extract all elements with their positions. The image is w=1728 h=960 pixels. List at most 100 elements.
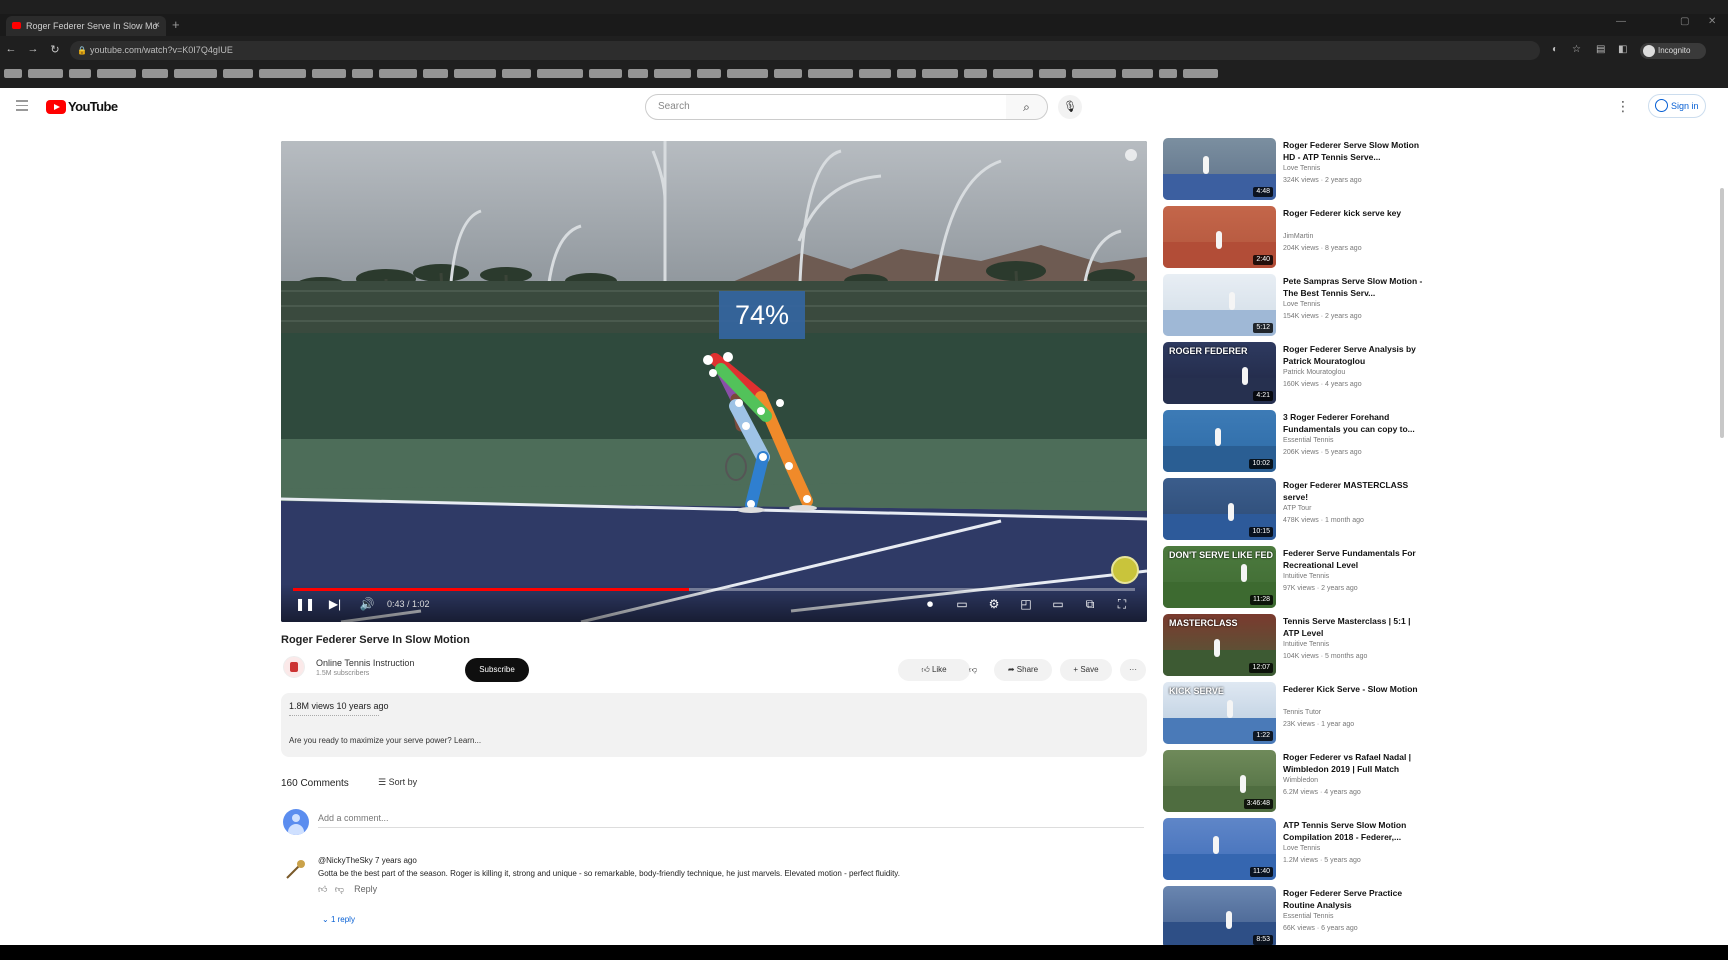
bookmark-item[interactable] bbox=[502, 69, 531, 78]
video-thumbnail[interactable]: 4:48 bbox=[1163, 138, 1276, 200]
recommendation-title[interactable]: Roger Federer MASTERCLASS serve! bbox=[1283, 479, 1423, 503]
search-button[interactable]: ⌕ bbox=[1006, 94, 1048, 120]
bookmark-item[interactable] bbox=[174, 69, 217, 78]
maximize-icon[interactable]: ▢ bbox=[1680, 16, 1689, 27]
comment-reply-button[interactable]: Reply bbox=[354, 884, 377, 894]
fullscreen-icon[interactable]: ⛶ bbox=[1113, 597, 1131, 612]
autoplay-toggle-icon[interactable]: ⏺ bbox=[921, 597, 939, 612]
view-replies-button[interactable]: ⌄ 1 reply bbox=[322, 915, 355, 924]
settings-more-icon[interactable]: ⋮ bbox=[1616, 98, 1630, 115]
minimize-icon[interactable]: — bbox=[1616, 16, 1626, 27]
recommendation-title[interactable]: Pete Sampras Serve Slow Motion - The Bes… bbox=[1283, 275, 1423, 299]
recommendation-title[interactable]: Federer Serve Fundamentals For Recreatio… bbox=[1283, 547, 1423, 571]
page-scrollbar[interactable] bbox=[1720, 188, 1724, 438]
sign-in-button[interactable]: Sign in bbox=[1648, 94, 1706, 118]
recommendation-item[interactable]: 2:40 Roger Federer kick serve key JimMarti… bbox=[1163, 206, 1423, 268]
bookmark-item[interactable] bbox=[1072, 69, 1116, 78]
back-icon[interactable]: ← bbox=[4, 43, 18, 55]
save-button[interactable]: + Save bbox=[1060, 659, 1112, 681]
bookmark-item[interactable] bbox=[628, 69, 648, 78]
settings-gear-icon[interactable]: ⚙ bbox=[985, 597, 1003, 611]
video-thumbnail[interactable]: 8:53 bbox=[1163, 886, 1276, 945]
recommendation-channel[interactable]: Intuitive Tennis bbox=[1283, 641, 1329, 648]
recommendation-title[interactable]: Roger Federer Serve Practice Routine Ana… bbox=[1283, 887, 1423, 911]
video-thumbnail[interactable]: 10:15 bbox=[1163, 478, 1276, 540]
recommendation-title[interactable]: 3 Roger Federer Forehand Fundamentals yo… bbox=[1283, 411, 1423, 435]
bookmark-item[interactable] bbox=[312, 69, 346, 78]
search-input[interactable]: Search bbox=[645, 94, 1007, 120]
bookmark-item[interactable] bbox=[97, 69, 136, 78]
bookmark-item[interactable] bbox=[69, 69, 91, 78]
recommendation-channel[interactable]: Essential Tennis bbox=[1283, 913, 1333, 920]
captions-icon[interactable]: ▭ bbox=[953, 597, 971, 611]
video-thumbnail[interactable]: 2:40 bbox=[1163, 206, 1276, 268]
progress-bar[interactable] bbox=[293, 588, 1135, 591]
recommendation-item[interactable]: KICK SERVE 1:22 Federer Kick Serve - Slow … bbox=[1163, 682, 1423, 744]
cast-icon[interactable]: ⧉ bbox=[1081, 597, 1099, 612]
video-thumbnail[interactable]: DON'T SERVE LIKE FED 11:28 bbox=[1163, 546, 1276, 608]
bookmark-item[interactable] bbox=[28, 69, 63, 78]
recommendation-item[interactable]: 4:48 Roger Federer Serve Slow Motion HD -… bbox=[1163, 138, 1423, 200]
bookmark-item[interactable] bbox=[654, 69, 691, 78]
video-thumbnail[interactable]: 11:40 bbox=[1163, 818, 1276, 880]
channel-name[interactable]: Online Tennis Instruction bbox=[316, 658, 414, 668]
recommendation-item[interactable]: 10:15 Roger Federer MASTERCLASS serve! ATP… bbox=[1163, 478, 1423, 540]
commenter-avatar[interactable] bbox=[283, 858, 307, 882]
bookmark-item[interactable] bbox=[727, 69, 768, 78]
recommendation-channel[interactable]: Intuitive Tennis bbox=[1283, 573, 1329, 580]
recommendation-item[interactable]: 10:02 3 Roger Federer Forehand Fundamenta… bbox=[1163, 410, 1423, 472]
video-thumbnail[interactable]: KICK SERVE 1:22 bbox=[1163, 682, 1276, 744]
video-thumbnail[interactable]: 10:02 bbox=[1163, 410, 1276, 472]
bookmark-item[interactable] bbox=[859, 69, 891, 78]
close-window-icon[interactable]: ✕ bbox=[1708, 16, 1716, 27]
profile-button[interactable]: Incognito bbox=[1640, 43, 1706, 59]
recommendation-channel[interactable]: ATP Tour bbox=[1283, 505, 1311, 512]
miniplayer-icon[interactable]: ◰ bbox=[1017, 597, 1035, 611]
recommendation-title[interactable]: Roger Federer vs Rafael Nadal | Wimbledo… bbox=[1283, 751, 1423, 775]
dislike-button[interactable]: 👎︎ bbox=[958, 659, 988, 681]
bookmark-item[interactable] bbox=[352, 69, 373, 78]
voice-search-button[interactable]: 🎙 bbox=[1058, 95, 1082, 119]
sort-by-button[interactable]: ☰ Sort by bbox=[378, 777, 417, 788]
channel-avatar[interactable] bbox=[283, 656, 305, 678]
info-card-icon[interactable] bbox=[1125, 149, 1137, 161]
sidepanel-icon[interactable]: ◧ bbox=[1618, 44, 1627, 55]
theater-mode-icon[interactable]: ▭ bbox=[1049, 597, 1067, 611]
share-button[interactable]: ➦ Share bbox=[994, 659, 1052, 681]
recommendation-channel[interactable]: Tennis Tutor bbox=[1283, 709, 1321, 716]
browser-tab[interactable]: Roger Federer Serve In Slow Mo × bbox=[6, 16, 166, 36]
video-player[interactable]: 74% ❚❚ ▶| 🔊 0:43 / 1:02 ⏺ ▭ ⚙ ◰ ▭ ⧉ ⛶ bbox=[281, 141, 1147, 622]
video-thumbnail[interactable]: 5:12 bbox=[1163, 274, 1276, 336]
recommendation-title[interactable]: Federer Kick Serve - Slow Motion bbox=[1283, 683, 1423, 695]
volume-icon[interactable]: 🔊 bbox=[358, 597, 376, 611]
comment-author[interactable]: @NickyTheSky 7 years ago bbox=[318, 856, 417, 865]
recommendation-channel[interactable]: Wimbledon bbox=[1283, 777, 1318, 784]
bookmark-item[interactable] bbox=[922, 69, 958, 78]
bookmark-item[interactable] bbox=[1039, 69, 1066, 78]
recommendation-item[interactable]: 8:53 Roger Federer Serve Practice Routine… bbox=[1163, 886, 1423, 945]
forward-icon[interactable]: → bbox=[26, 43, 40, 55]
video-thumbnail[interactable]: ROGER FEDERER 4:21 bbox=[1163, 342, 1276, 404]
recommendation-title[interactable]: Tennis Serve Masterclass | 5:1 | ATP Lev… bbox=[1283, 615, 1423, 639]
channel-watermark-icon[interactable] bbox=[1111, 556, 1139, 584]
bookmark-item[interactable] bbox=[993, 69, 1033, 78]
bookmark-item[interactable] bbox=[454, 69, 496, 78]
extensions-icon[interactable]: ▤ bbox=[1596, 44, 1605, 55]
bookmark-item[interactable] bbox=[142, 69, 168, 78]
pause-icon[interactable]: ❚❚ bbox=[295, 597, 315, 611]
bookmark-star-icon[interactable]: ☆ bbox=[1572, 44, 1581, 55]
recommendation-title[interactable]: ATP Tennis Serve Slow Motion Compilation… bbox=[1283, 819, 1423, 843]
comment-like-icon[interactable]: 👍︎ bbox=[318, 884, 327, 894]
recommendation-channel[interactable]: Love Tennis bbox=[1283, 301, 1320, 308]
bookmark-item[interactable] bbox=[697, 69, 721, 78]
bookmark-item[interactable] bbox=[223, 69, 253, 78]
recommendation-title[interactable]: Roger Federer Serve Analysis by Patrick … bbox=[1283, 343, 1423, 367]
bookmark-item[interactable] bbox=[964, 69, 987, 78]
bookmark-item[interactable] bbox=[897, 69, 916, 78]
recommendation-channel[interactable]: JimMartin bbox=[1283, 233, 1313, 240]
bookmark-item[interactable] bbox=[808, 69, 853, 78]
menu-icon[interactable] bbox=[16, 100, 28, 114]
description-box[interactable]: 1.8M views 10 years ago Are you ready to… bbox=[281, 693, 1147, 757]
omnibox[interactable]: 🔒 youtube.com/watch?v=K0I7Q4gIUE bbox=[70, 41, 1540, 60]
recommendation-item[interactable]: 11:40 ATP Tennis Serve Slow Motion Compil… bbox=[1163, 818, 1423, 880]
